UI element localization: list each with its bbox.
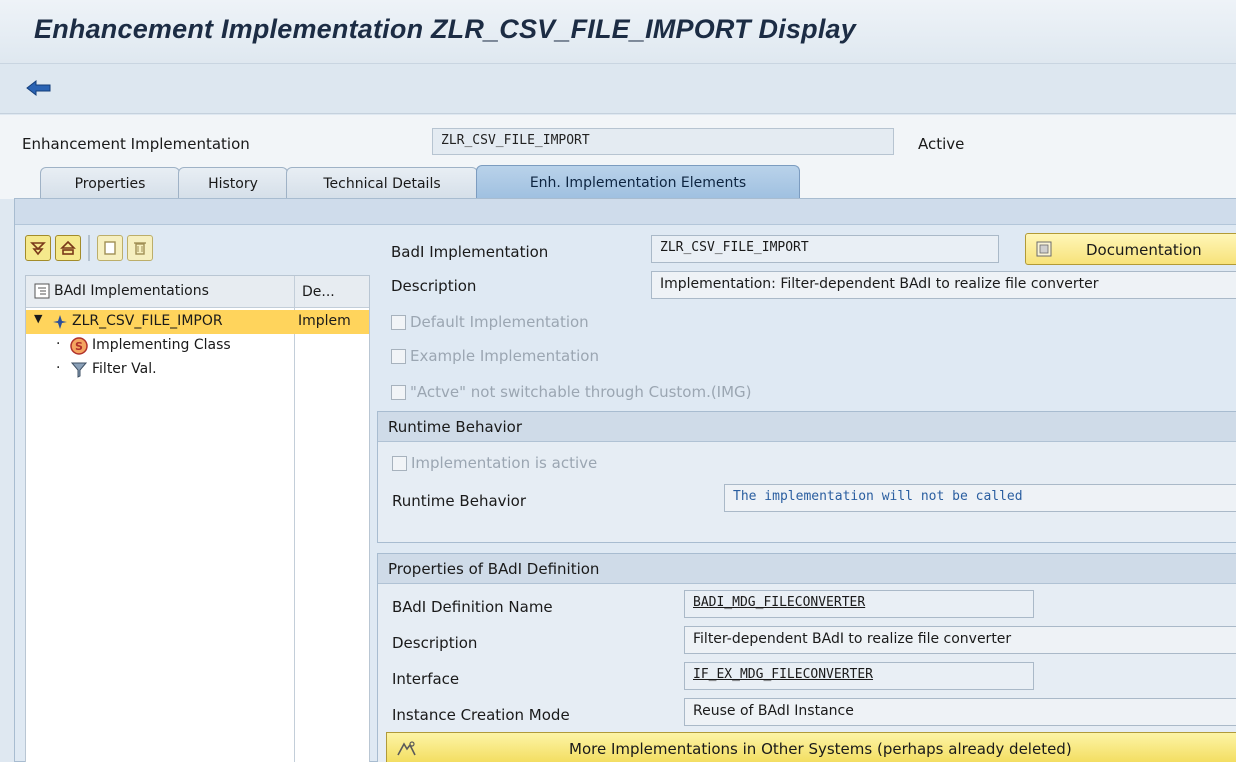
- tree-row-implementing-class[interactable]: · S Implementing Class: [26, 334, 369, 358]
- more-implementations-label: More Implementations in Other Systems (p…: [569, 740, 1072, 758]
- documentation-button[interactable]: Documentation: [1025, 233, 1236, 265]
- description-label: Description: [391, 277, 477, 295]
- badi-definition-header: Properties of BAdI Definition: [378, 554, 1236, 584]
- document-icon: [1036, 241, 1052, 257]
- documentation-button-label: Documentation: [1086, 241, 1202, 259]
- runtime-behavior-group: Runtime Behavior Implementation is activ…: [377, 411, 1236, 543]
- badi-definition-name-field[interactable]: BADI_MDG_FILECONVERTER: [684, 590, 1034, 618]
- badi-definition-name-label: BAdI Definition Name: [392, 598, 553, 616]
- active-not-switchable-checkbox[interactable]: "Actve" not switchable through Custom.(I…: [391, 383, 752, 401]
- tree-row-implementation[interactable]: ▼ ZLR_CSV_FILE_IMPOR Implem: [26, 310, 369, 334]
- badi-definition-group: Properties of BAdI Definition BAdI Defin…: [377, 553, 1236, 762]
- example-implementation-checkbox[interactable]: Example Implementation: [391, 347, 599, 365]
- interface-field[interactable]: IF_EX_MDG_FILECONVERTER: [684, 662, 1034, 690]
- filter-icon: [70, 362, 88, 378]
- toolbar-separator: [88, 235, 90, 261]
- tree-column-header-description[interactable]: De...: [302, 284, 335, 300]
- tab-content: BAdI Implementations De... ▼ ZLR_CSV_FIL…: [14, 198, 1236, 762]
- content-strip: [15, 199, 1236, 225]
- tab-enh-implementation-elements[interactable]: Enh. Implementation Elements: [476, 165, 800, 199]
- tree-row-label: Filter Val.: [92, 361, 157, 377]
- checkbox-label: Example Implementation: [410, 347, 599, 365]
- checkbox-label: Implementation is active: [411, 454, 598, 472]
- create-button[interactable]: [97, 235, 123, 261]
- page-title: Enhancement Implementation ZLR_CSV_FILE_…: [34, 14, 856, 44]
- trash-icon: [134, 242, 146, 255]
- enhancement-icon: [53, 315, 67, 329]
- runtime-behavior-label: Runtime Behavior: [392, 492, 527, 510]
- tree-row-label: ZLR_CSV_FILE_IMPOR: [72, 313, 223, 329]
- systems-icon: [397, 741, 416, 756]
- runtime-behavior-header: Runtime Behavior: [378, 412, 1236, 442]
- delete-button[interactable]: [127, 235, 153, 261]
- expand-all-button[interactable]: [25, 235, 51, 261]
- badi-implementations-tree: BAdI Implementations De... ▼ ZLR_CSV_FIL…: [25, 275, 370, 762]
- bullet: ·: [56, 336, 61, 352]
- hierarchy-icon: [34, 283, 50, 299]
- description-field[interactable]: Implementation: Filter-dependent BAdI to…: [651, 271, 1236, 299]
- default-implementation-checkbox[interactable]: Default Implementation: [391, 313, 589, 331]
- back-arrow-icon: [26, 79, 51, 97]
- tree-row-description: Implem: [298, 313, 351, 329]
- checkbox-box: [392, 455, 407, 471]
- instance-creation-mode-label: Instance Creation Mode: [392, 706, 570, 724]
- definition-description-field[interactable]: Filter-dependent BAdI to realize file co…: [684, 626, 1236, 654]
- svg-text:S: S: [75, 340, 83, 353]
- runtime-behavior-field[interactable]: The implementation will not be called: [724, 484, 1236, 512]
- tab-technical-details[interactable]: Technical Details: [286, 167, 478, 199]
- enhancement-implementation-field[interactable]: ZLR_CSV_FILE_IMPORT: [432, 128, 894, 155]
- tree-col-name-label: BAdI Implementations: [54, 283, 209, 299]
- class-icon: S: [70, 337, 88, 355]
- checkbox-label: "Actve" not switchable through Custom.(I…: [410, 383, 752, 401]
- expand-icon: [30, 242, 46, 256]
- checkbox-label: Default Implementation: [410, 313, 589, 331]
- badi-implementation-field[interactable]: ZLR_CSV_FILE_IMPORT: [651, 235, 999, 263]
- status-text: Active: [918, 135, 965, 153]
- checkbox-box: [391, 348, 406, 364]
- back-button[interactable]: [22, 74, 56, 102]
- toolbar: [0, 64, 1236, 114]
- checkbox-box: [391, 314, 406, 330]
- expand-triangle-icon[interactable]: ▼: [34, 312, 42, 325]
- tree-toolbar: [25, 235, 153, 265]
- badi-implementation-label: BadI Implementation: [391, 243, 549, 261]
- tree-row-filter-values[interactable]: · Filter Val.: [26, 358, 369, 382]
- tab-properties[interactable]: Properties: [40, 167, 180, 199]
- header-area: Enhancement Implementation ZLR_CSV_FILE_…: [0, 115, 1236, 199]
- implementation-active-checkbox[interactable]: Implementation is active: [392, 454, 597, 472]
- tree-row-label: Implementing Class: [92, 337, 231, 353]
- tree-header: BAdI Implementations De...: [26, 276, 369, 308]
- title-bar: Enhancement Implementation ZLR_CSV_FILE_…: [0, 0, 1236, 64]
- collapse-icon: [60, 240, 76, 255]
- checkbox-box: [391, 384, 406, 400]
- interface-label: Interface: [392, 670, 460, 688]
- bullet: ·: [56, 360, 61, 376]
- collapse-all-button[interactable]: [55, 235, 81, 261]
- definition-description-label: Description: [392, 634, 478, 652]
- new-document-icon: [104, 241, 116, 255]
- tab-history[interactable]: History: [178, 167, 288, 199]
- enhancement-implementation-label: Enhancement Implementation: [22, 135, 250, 153]
- more-implementations-button[interactable]: More Implementations in Other Systems (p…: [386, 732, 1236, 762]
- tree-column-header-name[interactable]: BAdI Implementations: [34, 283, 209, 299]
- detail-panel: BadI Implementation ZLR_CSV_FILE_IMPORT …: [377, 233, 1236, 762]
- instance-creation-mode-field[interactable]: Reuse of BAdI Instance: [684, 698, 1236, 726]
